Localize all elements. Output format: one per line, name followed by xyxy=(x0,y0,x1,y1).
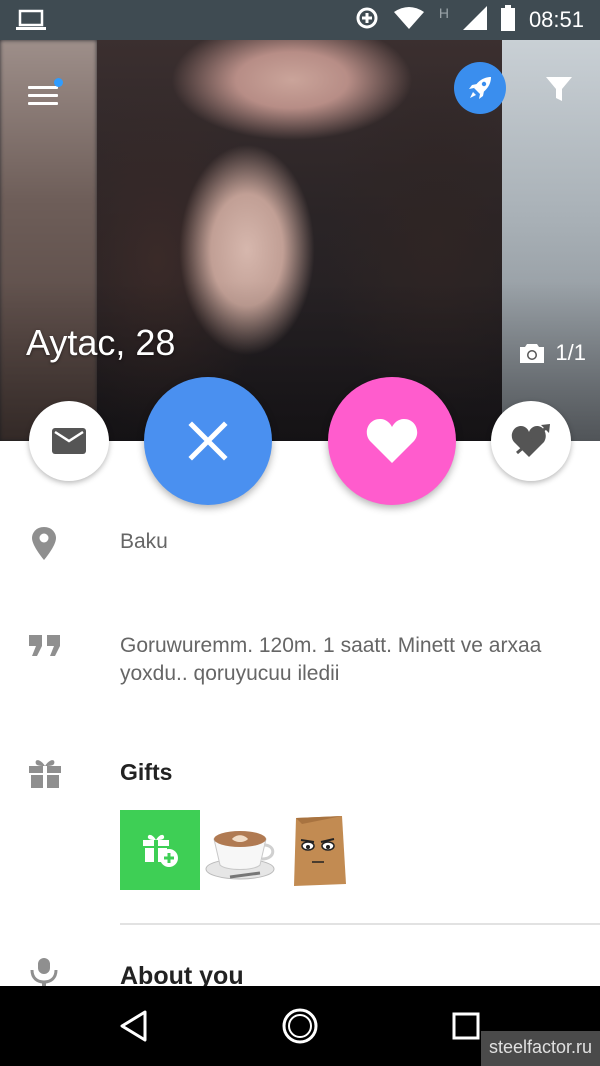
back-triangle-icon xyxy=(120,1010,147,1042)
system-nav-bar: steelfactor.ru xyxy=(0,986,600,1066)
quote-icon xyxy=(28,634,62,663)
gift-coffee[interactable] xyxy=(200,810,280,890)
add-gift-icon xyxy=(143,834,178,867)
coffee-cup-icon xyxy=(205,831,275,880)
network-type-label: H xyxy=(438,5,449,21)
watermark: steelfactor.ru xyxy=(480,1031,600,1066)
paper-bag-face-icon xyxy=(294,816,346,886)
about-quote: Goruwuremm. 120m. 1 saatt. Minett ve arx… xyxy=(120,634,542,685)
rocket-icon xyxy=(469,77,491,99)
heart-arrow-icon xyxy=(511,424,550,457)
profile-photo[interactable]: Aytac, 28 1/1 xyxy=(0,40,600,441)
camera-icon xyxy=(520,344,545,363)
close-icon xyxy=(188,421,228,461)
message-button[interactable] xyxy=(29,401,109,481)
boost-button[interactable] xyxy=(454,62,506,114)
filter-button[interactable] xyxy=(544,74,574,104)
status-bar: H 08:51 xyxy=(0,0,600,40)
section-divider xyxy=(120,923,600,925)
like-button[interactable] xyxy=(328,377,456,505)
profile-name-age: Aytac, 28 xyxy=(26,322,176,363)
location-text: Baku xyxy=(120,530,168,553)
envelope-icon xyxy=(52,428,86,454)
menu-button[interactable] xyxy=(24,78,63,108)
battery-icon xyxy=(500,4,515,36)
photo-counter: 1/1 xyxy=(519,340,586,366)
gifts-heading: Gifts xyxy=(120,759,173,785)
laptop-icon xyxy=(16,9,46,36)
gifts-list xyxy=(120,810,360,890)
location-pin-icon xyxy=(28,526,60,567)
heart-icon xyxy=(366,419,418,463)
skip-button[interactable] xyxy=(144,377,272,505)
wifi-icon xyxy=(393,6,425,35)
notification-dot xyxy=(54,78,63,87)
photo-counter-text: 1/1 xyxy=(555,340,586,365)
recents-square-icon xyxy=(452,1012,480,1040)
home-button[interactable] xyxy=(260,986,340,1066)
data-saver-icon xyxy=(355,6,379,35)
cell-signal-icon xyxy=(462,5,487,35)
add-gift-button[interactable] xyxy=(120,810,200,890)
crush-button[interactable] xyxy=(491,401,571,481)
home-circle-icon xyxy=(282,1008,318,1044)
gift-icon xyxy=(28,757,62,794)
back-button[interactable] xyxy=(94,986,174,1066)
clock: 08:51 xyxy=(528,7,584,32)
filter-icon xyxy=(546,77,572,101)
gift-paper-bag[interactable] xyxy=(280,810,360,890)
